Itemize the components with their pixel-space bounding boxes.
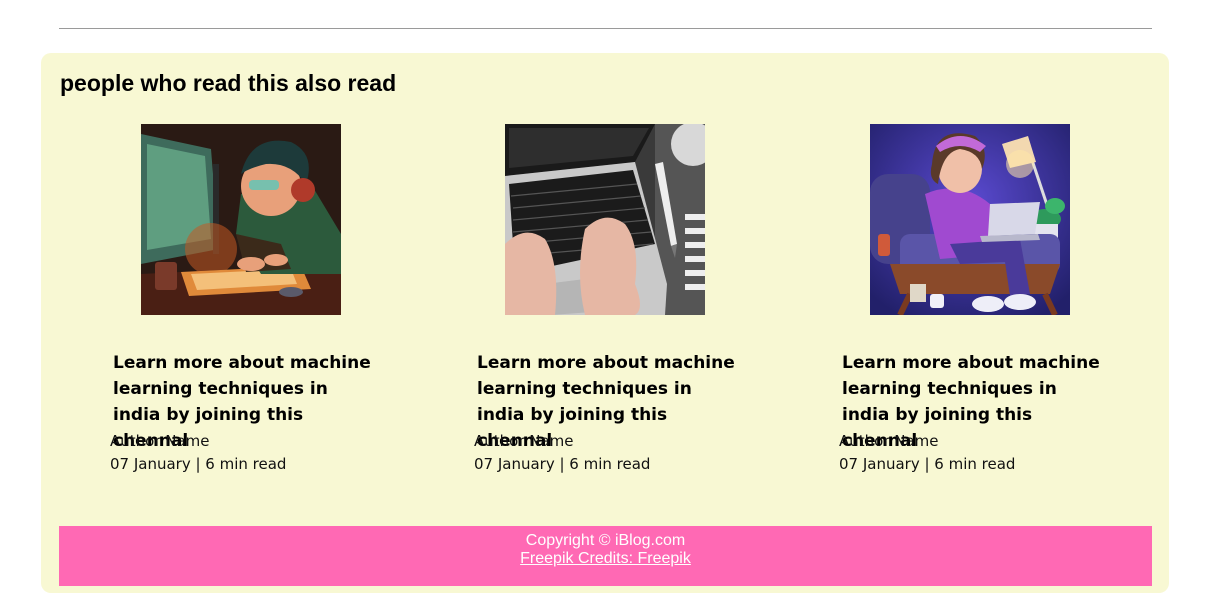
related-articles-section: people who read this also read Learn mor…: [41, 53, 1169, 593]
article-date-readtime: 07 January | 6 min read: [474, 455, 651, 473]
article-thumbnail-image[interactable]: [870, 124, 1070, 315]
article-thumbnail-image[interactable]: [505, 124, 705, 315]
article-date-readtime: 07 January | 6 min read: [839, 455, 1016, 473]
article-card[interactable]: Learn more about machine learning techni…: [474, 124, 747, 484]
site-footer: Copyright © iBlog.com Freepik Credits: F…: [59, 526, 1152, 586]
article-author: Author Name: [110, 432, 210, 450]
article-card[interactable]: Learn more about machine learning techni…: [110, 124, 383, 484]
article-date-readtime: 07 January | 6 min read: [110, 455, 287, 473]
top-divider: [59, 28, 1152, 29]
freepik-credits-link[interactable]: Freepik Credits: Freepik: [520, 550, 691, 567]
article-author: Author Name: [839, 432, 939, 450]
article-author: Author Name: [474, 432, 574, 450]
section-title: people who read this also read: [60, 70, 397, 96]
article-card[interactable]: Learn more about machine learning techni…: [839, 124, 1112, 484]
article-thumbnail-image[interactable]: [141, 124, 341, 315]
copyright-text: Copyright © iBlog.com: [525, 532, 686, 549]
